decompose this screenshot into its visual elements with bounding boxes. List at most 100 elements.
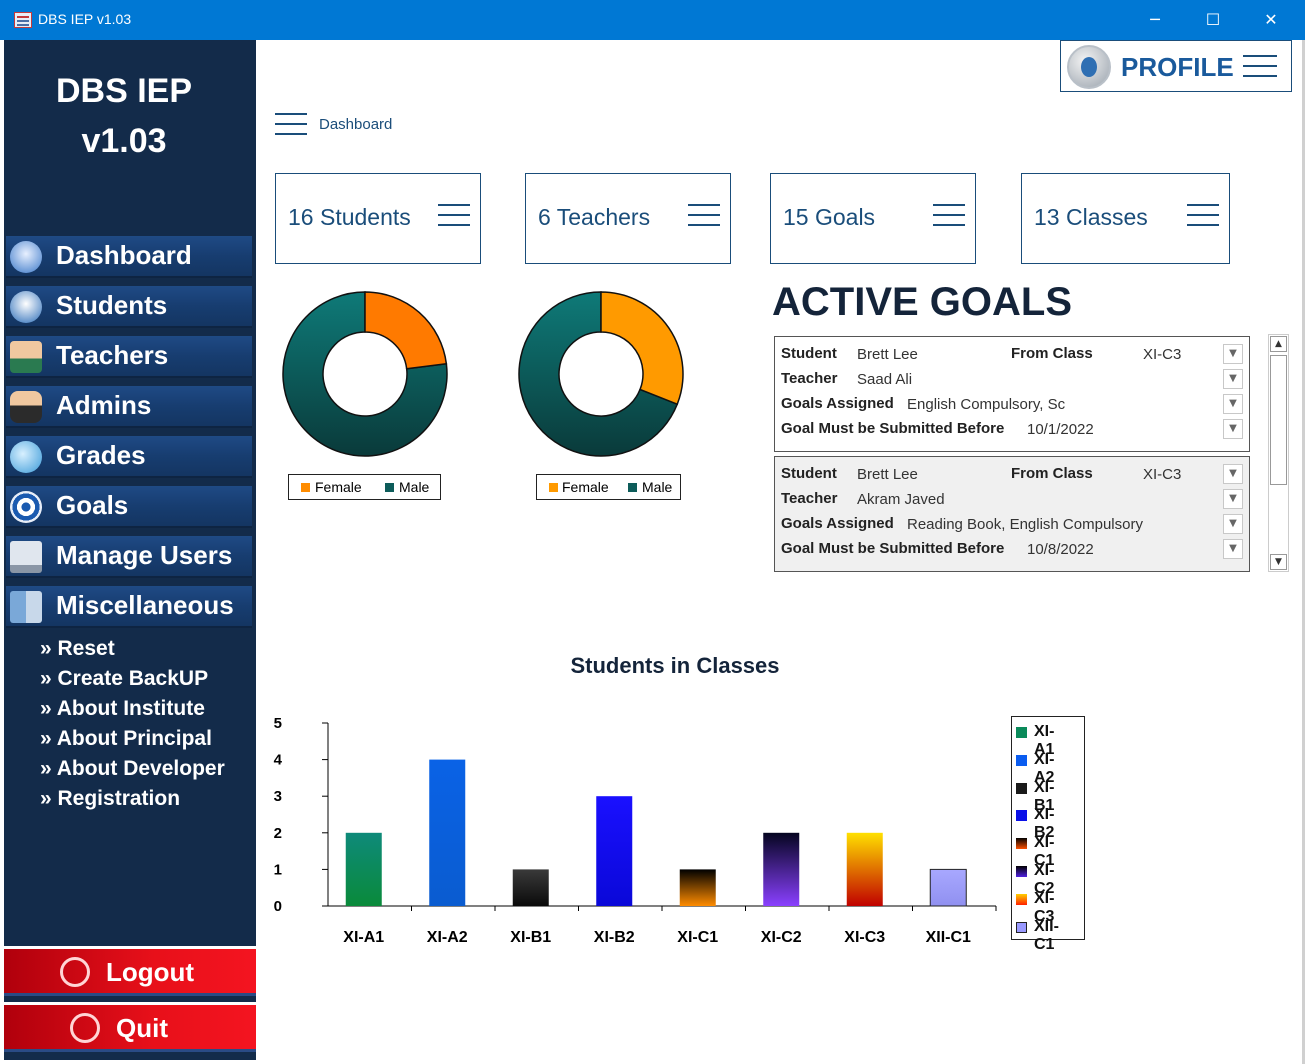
y-tick-label: 0 bbox=[274, 898, 282, 915]
logout-button[interactable]: Logout bbox=[4, 946, 256, 996]
menu-icon bbox=[1187, 204, 1219, 226]
legend-male: Male bbox=[642, 479, 673, 495]
brand-version: v1.03 bbox=[81, 122, 167, 160]
due-date-value: 10/8/2022 bbox=[1027, 541, 1094, 558]
male-swatch bbox=[628, 483, 637, 492]
donut-legend-students: Female Male bbox=[288, 474, 441, 500]
link-registration[interactable]: » Registration bbox=[40, 787, 180, 811]
logout-icon bbox=[60, 957, 90, 987]
bar-chart-title: Students in Classes bbox=[570, 653, 780, 678]
link-about-principal[interactable]: » About Principal bbox=[40, 727, 212, 751]
stat-card-teachers[interactable]: 6 Teachers bbox=[525, 173, 731, 264]
y-tick-label: 1 bbox=[274, 861, 282, 878]
sidebar: DBS IEP v1.03 Dashboard Students Teacher… bbox=[4, 40, 256, 1060]
female-swatch bbox=[549, 483, 558, 492]
nav-students[interactable]: Students bbox=[6, 286, 252, 328]
scroll-up-arrow-icon[interactable]: ▲ bbox=[1270, 336, 1287, 352]
menu-icon bbox=[688, 204, 720, 226]
teacher-icon bbox=[10, 341, 42, 373]
bar bbox=[429, 759, 466, 906]
stat-teachers-label: 6 Teachers bbox=[538, 204, 651, 230]
profile-button[interactable]: PROFILE bbox=[1060, 40, 1292, 92]
breadcrumb: Dashboard bbox=[319, 116, 393, 133]
goals-assigned-label: Goals Assigned bbox=[781, 515, 894, 532]
due-date-label: Goal Must be Submitted Before bbox=[781, 540, 1005, 557]
gender-donut-students bbox=[282, 291, 448, 457]
stat-card-students[interactable]: 16 Students bbox=[275, 173, 481, 264]
app-icon bbox=[14, 12, 32, 28]
logout-label: Logout bbox=[106, 957, 195, 987]
quit-button[interactable]: Quit bbox=[4, 1002, 256, 1052]
students-icon bbox=[10, 291, 42, 323]
active-goals-title: ACTIVE GOALS bbox=[772, 280, 1073, 324]
nav-admins[interactable]: Admins bbox=[6, 386, 252, 428]
nav-goals-label: Goals bbox=[56, 490, 129, 520]
chevron-down-icon[interactable]: ▼ bbox=[1223, 539, 1243, 559]
x-tick-label: XI-C2 bbox=[761, 929, 802, 946]
scroll-down-arrow-icon[interactable]: ▼ bbox=[1270, 554, 1287, 570]
y-tick-label: 5 bbox=[274, 715, 282, 732]
y-tick-label: 2 bbox=[274, 825, 282, 842]
nav-dashboard[interactable]: Dashboard bbox=[6, 236, 252, 278]
goal-card[interactable]: Student Brett Lee From Class XI-C3 Teach… bbox=[774, 456, 1250, 572]
legend-swatch bbox=[1016, 893, 1027, 905]
x-tick-label: XI-C3 bbox=[844, 929, 885, 946]
stat-students-label: 16 Students bbox=[288, 204, 411, 230]
grades-icon bbox=[10, 441, 42, 473]
teacher-label: Teacher bbox=[781, 490, 838, 507]
brand-name: DBS IEP bbox=[55, 72, 193, 110]
chevron-down-icon[interactable]: ▼ bbox=[1223, 344, 1243, 364]
nav-dashboard-label: Dashboard bbox=[56, 240, 192, 270]
from-class-value: XI-C3 bbox=[1143, 346, 1182, 363]
nav-grades-label: Grades bbox=[56, 440, 146, 470]
chevron-down-icon[interactable]: ▼ bbox=[1223, 489, 1243, 509]
chevron-down-icon[interactable]: ▼ bbox=[1223, 514, 1243, 534]
bar bbox=[345, 832, 382, 906]
close-button[interactable]: ✕ bbox=[1242, 0, 1300, 40]
window-title: DBS IEP v1.03 bbox=[38, 11, 132, 27]
nav-miscellaneous[interactable]: Miscellaneous bbox=[6, 586, 252, 628]
nav-manage-users[interactable]: Manage Users bbox=[6, 536, 252, 578]
female-swatch bbox=[301, 483, 310, 492]
scroll-thumb[interactable] bbox=[1270, 355, 1287, 485]
menu-toggle-icon[interactable] bbox=[275, 113, 307, 135]
goal-card[interactable]: Student Brett Lee From Class XI-C3 Teach… bbox=[774, 336, 1250, 452]
active-goals-list: Student Brett Lee From Class XI-C3 Teach… bbox=[770, 334, 1256, 580]
teacher-value: Akram Javed bbox=[857, 491, 945, 508]
link-about-institute[interactable]: » About Institute bbox=[40, 697, 205, 721]
nav-goals[interactable]: Goals bbox=[6, 486, 252, 528]
stat-card-goals[interactable]: 15 Goals bbox=[770, 173, 976, 264]
nav-students-label: Students bbox=[56, 290, 168, 320]
stat-card-classes[interactable]: 13 Classes bbox=[1021, 173, 1230, 264]
female-slice bbox=[600, 291, 684, 406]
nav-teachers-label: Teachers bbox=[56, 340, 169, 370]
student-label: Student bbox=[781, 465, 837, 482]
menu-icon bbox=[438, 204, 470, 226]
minimize-button[interactable]: ─ bbox=[1126, 0, 1184, 40]
student-label: Student bbox=[781, 345, 837, 362]
bar bbox=[679, 869, 716, 906]
chevron-down-icon[interactable]: ▼ bbox=[1223, 419, 1243, 439]
user-avatar-icon bbox=[1067, 45, 1111, 89]
link-about-developer[interactable]: » About Developer bbox=[40, 757, 225, 781]
chevron-down-icon[interactable]: ▼ bbox=[1223, 369, 1243, 389]
stat-goals-label: 15 Goals bbox=[783, 204, 876, 230]
nav-teachers[interactable]: Teachers bbox=[6, 336, 252, 378]
students-in-classes-chart: 0 1 2 3 4 5 XI-A1 XI-A2 XI-B1 XI-B2 XI-C1 XI-C2 XI-C… bbox=[274, 715, 997, 946]
teacher-label: Teacher bbox=[781, 370, 838, 387]
goals-scrollbar[interactable]: ▲ ▼ bbox=[1268, 334, 1289, 572]
chevron-down-icon[interactable]: ▼ bbox=[1223, 394, 1243, 414]
home-icon bbox=[10, 241, 42, 273]
legend-swatch bbox=[1016, 727, 1027, 738]
maximize-button[interactable]: ☐ bbox=[1184, 0, 1242, 40]
x-tick-label: XI-B1 bbox=[510, 929, 551, 946]
brand: DBS IEP v1.03 bbox=[4, 66, 244, 166]
legend-female: Female bbox=[562, 479, 609, 495]
nav-grades[interactable]: Grades bbox=[6, 436, 252, 478]
student-value: Brett Lee bbox=[857, 346, 918, 363]
target-icon bbox=[10, 491, 42, 523]
y-tick-label: 4 bbox=[274, 752, 283, 769]
donut-legend-teachers: Female Male bbox=[536, 474, 681, 500]
chevron-down-icon[interactable]: ▼ bbox=[1223, 464, 1243, 484]
bar bbox=[596, 796, 633, 906]
